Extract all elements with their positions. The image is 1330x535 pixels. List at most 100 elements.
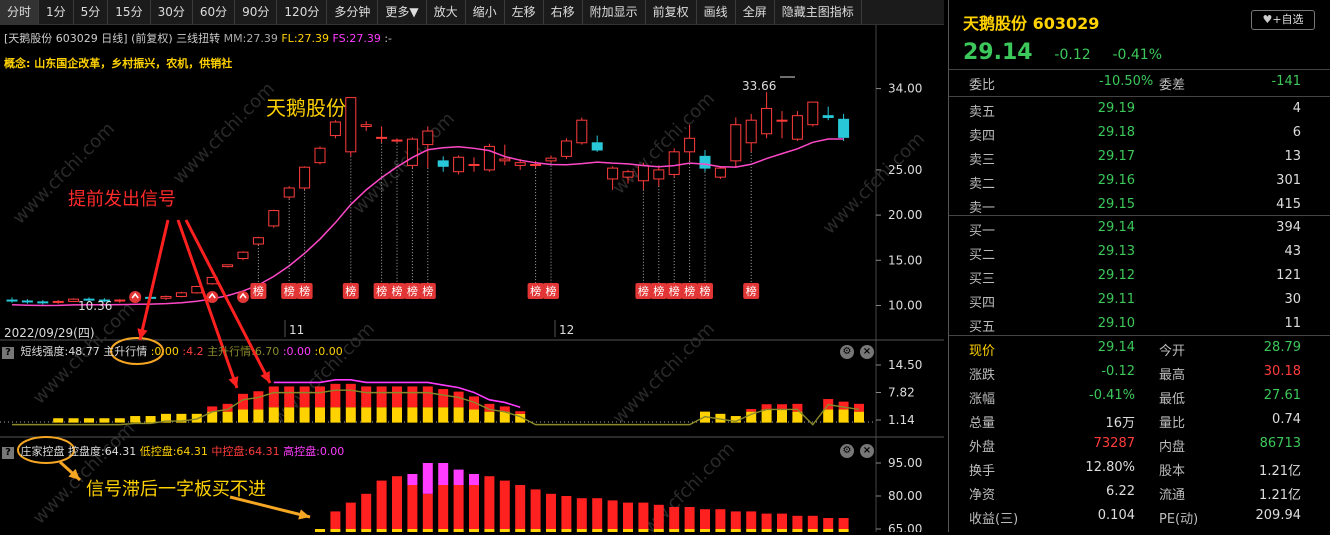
high-control-bar bbox=[438, 463, 449, 485]
ask-row: 卖五 29.19 4 bbox=[969, 101, 1301, 120]
stats-row: 净资 6.22 流通 1.21亿 bbox=[969, 484, 1301, 503]
concept-line: 概念: 山东国企改革，乡村振兴，农机，供销社 bbox=[4, 57, 233, 70]
toolbar-button[interactable]: 放大 bbox=[427, 0, 466, 24]
candle-body bbox=[499, 158, 511, 162]
panel1-v1: :0.00 bbox=[150, 345, 179, 358]
panel2-info-line: ? 庄家控盘 控盘度:64.31 低控盘:64.31 中控盘:64.31 高控盘… bbox=[0, 443, 344, 459]
candle-body bbox=[252, 237, 264, 245]
toolbar-button[interactable]: 更多▼ bbox=[378, 0, 427, 24]
toolbar-button[interactable]: 1分 bbox=[39, 0, 74, 24]
y-tick-label: 20.00 bbox=[888, 208, 922, 222]
mid-control-bar bbox=[823, 518, 834, 529]
toolbar-button[interactable]: 120分 bbox=[277, 0, 328, 24]
chart-info-line: [天鹅股份 603029 日线] (前复权) 三线扭转 MM:27.39 FL:… bbox=[4, 30, 392, 46]
bang-marker-label: 榜 bbox=[530, 284, 541, 298]
candle-body bbox=[684, 137, 696, 153]
toolbar-button[interactable]: 分时 bbox=[0, 0, 40, 24]
bid-row: 买三 29.12 121 bbox=[969, 268, 1301, 287]
watermark-text: www.cfchi.com bbox=[9, 118, 119, 228]
candle-body bbox=[268, 210, 280, 227]
mid-control-bar bbox=[638, 502, 649, 529]
candle-body bbox=[453, 156, 465, 173]
help-icon[interactable]: ? bbox=[2, 347, 14, 359]
bid-row: 买四 29.11 30 bbox=[969, 292, 1301, 311]
candle-body bbox=[622, 171, 634, 178]
bang-marker-label: 榜 bbox=[376, 284, 387, 298]
price-change-pct: -0.41% bbox=[1112, 47, 1163, 63]
kline-chart-panel[interactable]: www.cfchi.com www.cfchi.com www.cfchi.com w… bbox=[0, 25, 944, 535]
candle-body bbox=[345, 97, 357, 153]
gear-icon[interactable]: ⚙ bbox=[840, 345, 854, 359]
candle-body bbox=[699, 155, 711, 169]
main-rise-bar bbox=[854, 403, 864, 412]
add-favorite-button[interactable]: ♥+自选 bbox=[1251, 10, 1315, 30]
strength-bar bbox=[53, 418, 64, 423]
panel1-v3: :0.00 bbox=[282, 345, 312, 358]
mid-control-bar bbox=[453, 485, 464, 529]
y-tick-label: 1.14 bbox=[888, 413, 915, 427]
signal-annotation: 提前发出信号 bbox=[68, 189, 176, 210]
toolbar-button[interactable]: 前复权 bbox=[646, 0, 697, 24]
close-icon[interactable]: × bbox=[860, 345, 874, 359]
current-price: 29.14 bbox=[963, 40, 1033, 65]
toolbar-button[interactable]: 右移 bbox=[544, 0, 583, 24]
toolbar-button[interactable]: 画线 bbox=[697, 0, 736, 24]
quote-stock-code: 603029 bbox=[1032, 14, 1100, 33]
main-rise-bar bbox=[299, 386, 310, 408]
candle-body bbox=[52, 300, 64, 303]
toolbar-button[interactable]: 多分钟 bbox=[327, 0, 379, 24]
mid-control-bar bbox=[700, 509, 710, 529]
toolbar-button[interactable]: 左移 bbox=[505, 0, 544, 24]
bang-marker-label: 榜 bbox=[392, 284, 403, 298]
close-icon[interactable]: × bbox=[860, 444, 874, 458]
help-icon[interactable]: ? bbox=[2, 447, 14, 459]
bang-marker-label: 榜 bbox=[407, 284, 418, 298]
candle-body bbox=[406, 138, 418, 166]
candle-body bbox=[838, 118, 850, 138]
main-rise-bar bbox=[253, 391, 264, 410]
lag-annotation: 信号滞后一字板买不进 bbox=[86, 479, 266, 500]
toolbar-button[interactable]: 5分 bbox=[74, 0, 109, 24]
mid-control-bar bbox=[592, 498, 603, 529]
y-tick-label: 14.50 bbox=[888, 358, 922, 372]
bang-marker-label: 榜 bbox=[653, 284, 664, 298]
y-tick-label: 34.00 bbox=[888, 82, 922, 96]
candle-body bbox=[545, 157, 557, 162]
mid-control-bar bbox=[376, 480, 387, 529]
toolbar-button[interactable]: 30分 bbox=[151, 0, 193, 24]
candle-body bbox=[745, 119, 757, 144]
main-rise-bar bbox=[345, 383, 356, 408]
gear-icon[interactable]: ⚙ bbox=[840, 444, 854, 458]
candle-body bbox=[637, 164, 649, 182]
bang-marker-label: 榜 bbox=[684, 284, 695, 298]
month-label: 12 bbox=[559, 323, 574, 337]
candle-body bbox=[37, 301, 49, 304]
panel1-info-line: ? 短线强度:48.77 主升行情 :0.00 :4.2 主升行情:6.70 :… bbox=[0, 343, 343, 359]
strength-bar bbox=[777, 409, 787, 423]
candle-body bbox=[468, 163, 480, 166]
candle-body bbox=[175, 292, 187, 297]
y-tick-label: 7.82 bbox=[888, 386, 915, 400]
panel2-c3: 中控盘:64.31 bbox=[211, 445, 280, 458]
toolbar-button[interactable]: 隐藏主图指标 bbox=[775, 0, 862, 24]
toolbar-button[interactable]: 附加显示 bbox=[583, 0, 646, 24]
main-rise-bar bbox=[453, 391, 464, 408]
main-rise-bar bbox=[792, 403, 803, 412]
month-label: 11 bbox=[289, 323, 304, 337]
candle-body bbox=[422, 130, 434, 146]
quote-title: 天鹅股份 603029 bbox=[963, 10, 1099, 34]
mid-control-bar bbox=[392, 476, 402, 529]
toolbar-button[interactable]: 全屏 bbox=[736, 0, 775, 24]
panel1-short-strength: 短线强度:48.77 bbox=[20, 345, 100, 358]
strength-bar bbox=[422, 407, 433, 423]
candle-body bbox=[761, 107, 773, 135]
toolbar-button[interactable]: 15分 bbox=[108, 0, 151, 24]
toolbar-button[interactable]: 60分 bbox=[193, 0, 236, 24]
main-rise-bar bbox=[268, 386, 279, 408]
panel2-c4: 高控盘:0.00 bbox=[283, 445, 345, 458]
toolbar-button[interactable]: 90分 bbox=[235, 0, 278, 24]
toolbar-button[interactable]: 缩小 bbox=[466, 0, 505, 24]
bid-row: 买二 29.13 43 bbox=[969, 244, 1301, 263]
bang-marker-label: 榜 bbox=[253, 284, 264, 298]
candle-body bbox=[730, 124, 742, 162]
